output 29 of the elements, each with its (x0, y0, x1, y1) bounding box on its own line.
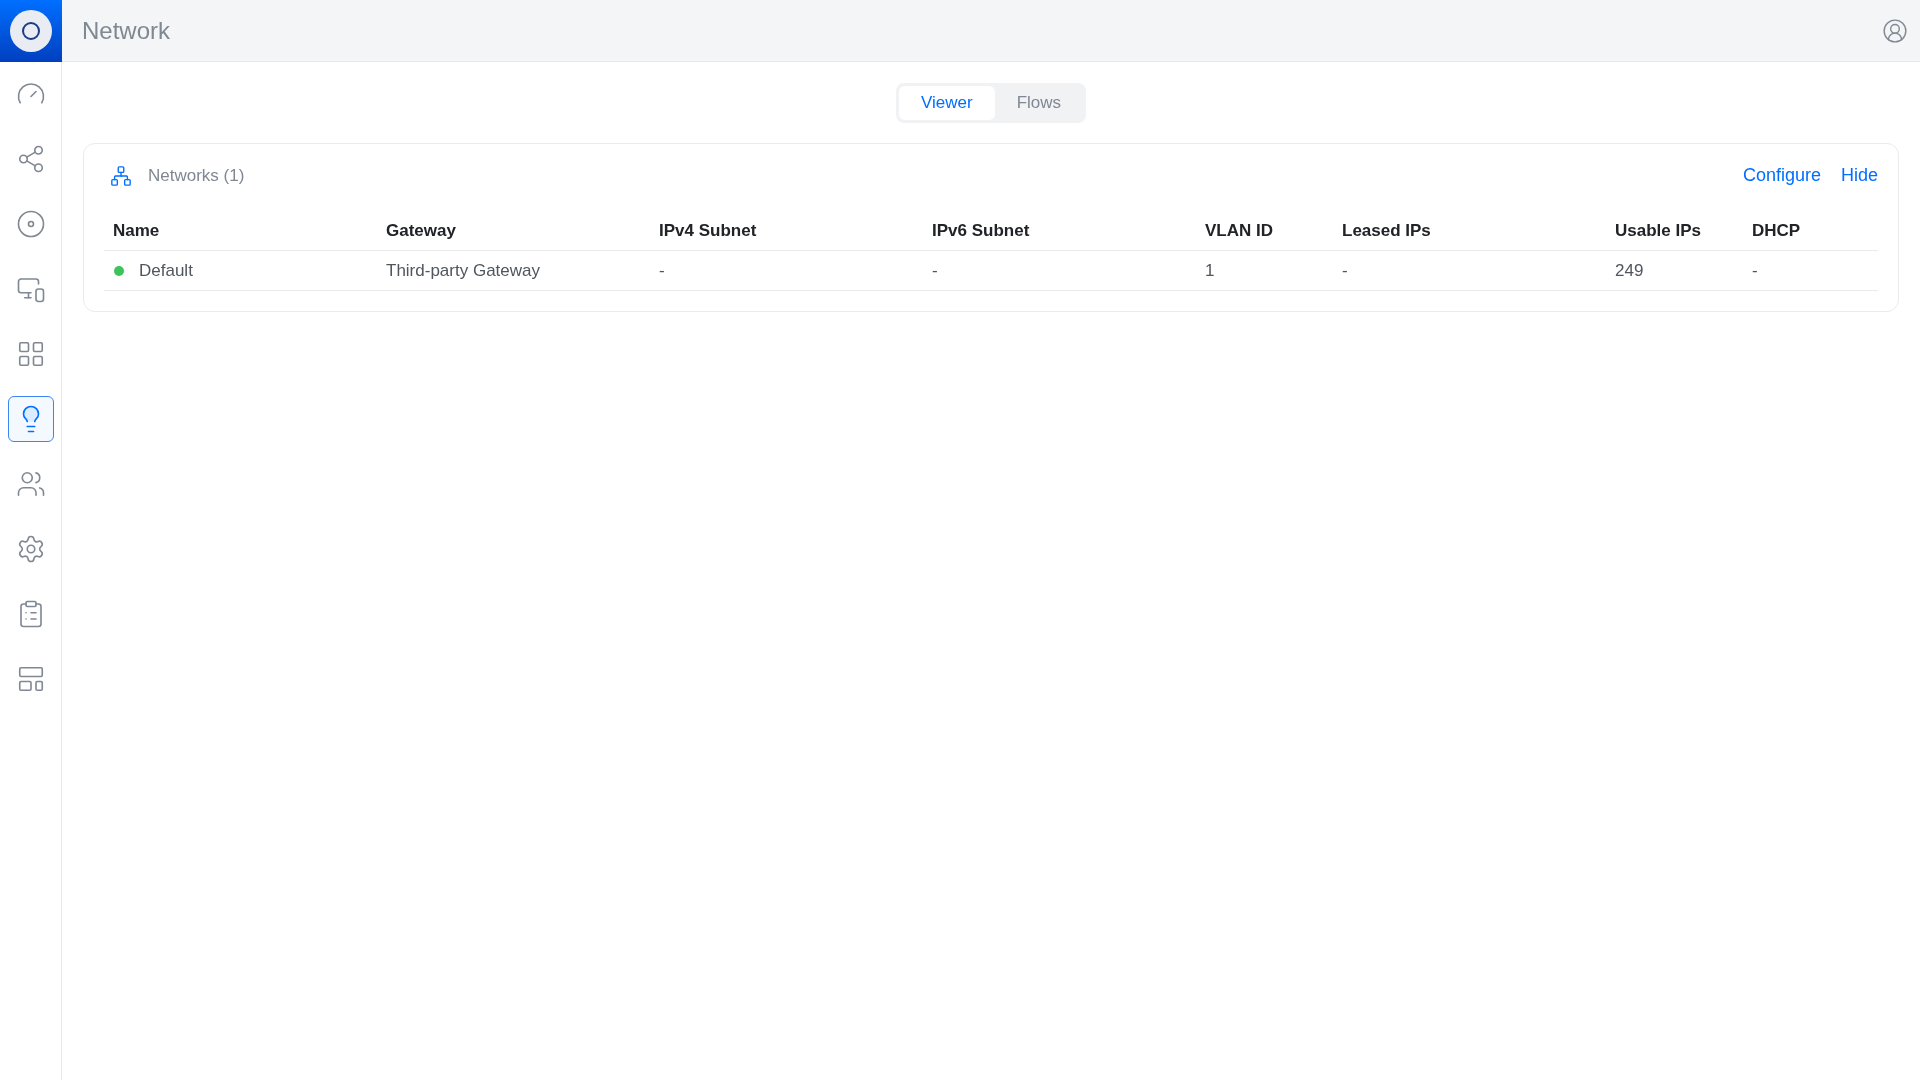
tab[interactable]: Viewer (898, 86, 995, 120)
disc-icon (15, 209, 46, 239)
column-header: Leased IPs (1341, 219, 1432, 242)
column-header: IPv6 Subnet (931, 219, 1031, 242)
action-link[interactable]: Configure (1742, 162, 1821, 189)
logo[interactable] (0, 0, 62, 62)
table-cell-text: 249 (1614, 259, 1645, 282)
column-header: IPv4 Subnet (658, 219, 758, 242)
column-header: Usable IPs (1614, 219, 1702, 242)
users-icon (15, 469, 46, 499)
tab[interactable]: Flows (994, 86, 1084, 120)
column-header: VLAN ID (1204, 219, 1274, 242)
action-link[interactable]: Hide (1840, 162, 1878, 189)
table-cell-text: Third-party Gateway (385, 259, 541, 282)
table-cell-text: - (931, 259, 939, 282)
column-header: Gateway (385, 219, 457, 242)
table-cell-text: - (1751, 259, 1759, 282)
table-cell-text: - (658, 259, 666, 282)
user-icon[interactable] (1882, 17, 1908, 44)
page-title: Network (82, 15, 171, 46)
network-tree-icon (110, 164, 132, 187)
table-cell-text: Default (139, 259, 193, 282)
column-header: Name (112, 219, 161, 242)
sidebar-item[interactable] (7, 396, 54, 442)
table-cell-text: - (1341, 259, 1349, 282)
ring-icon (22, 22, 40, 40)
column-header: DHCP (1751, 219, 1802, 242)
table-cell-text: 1 (1204, 259, 1216, 282)
card-title: Networks (1) (148, 164, 245, 187)
